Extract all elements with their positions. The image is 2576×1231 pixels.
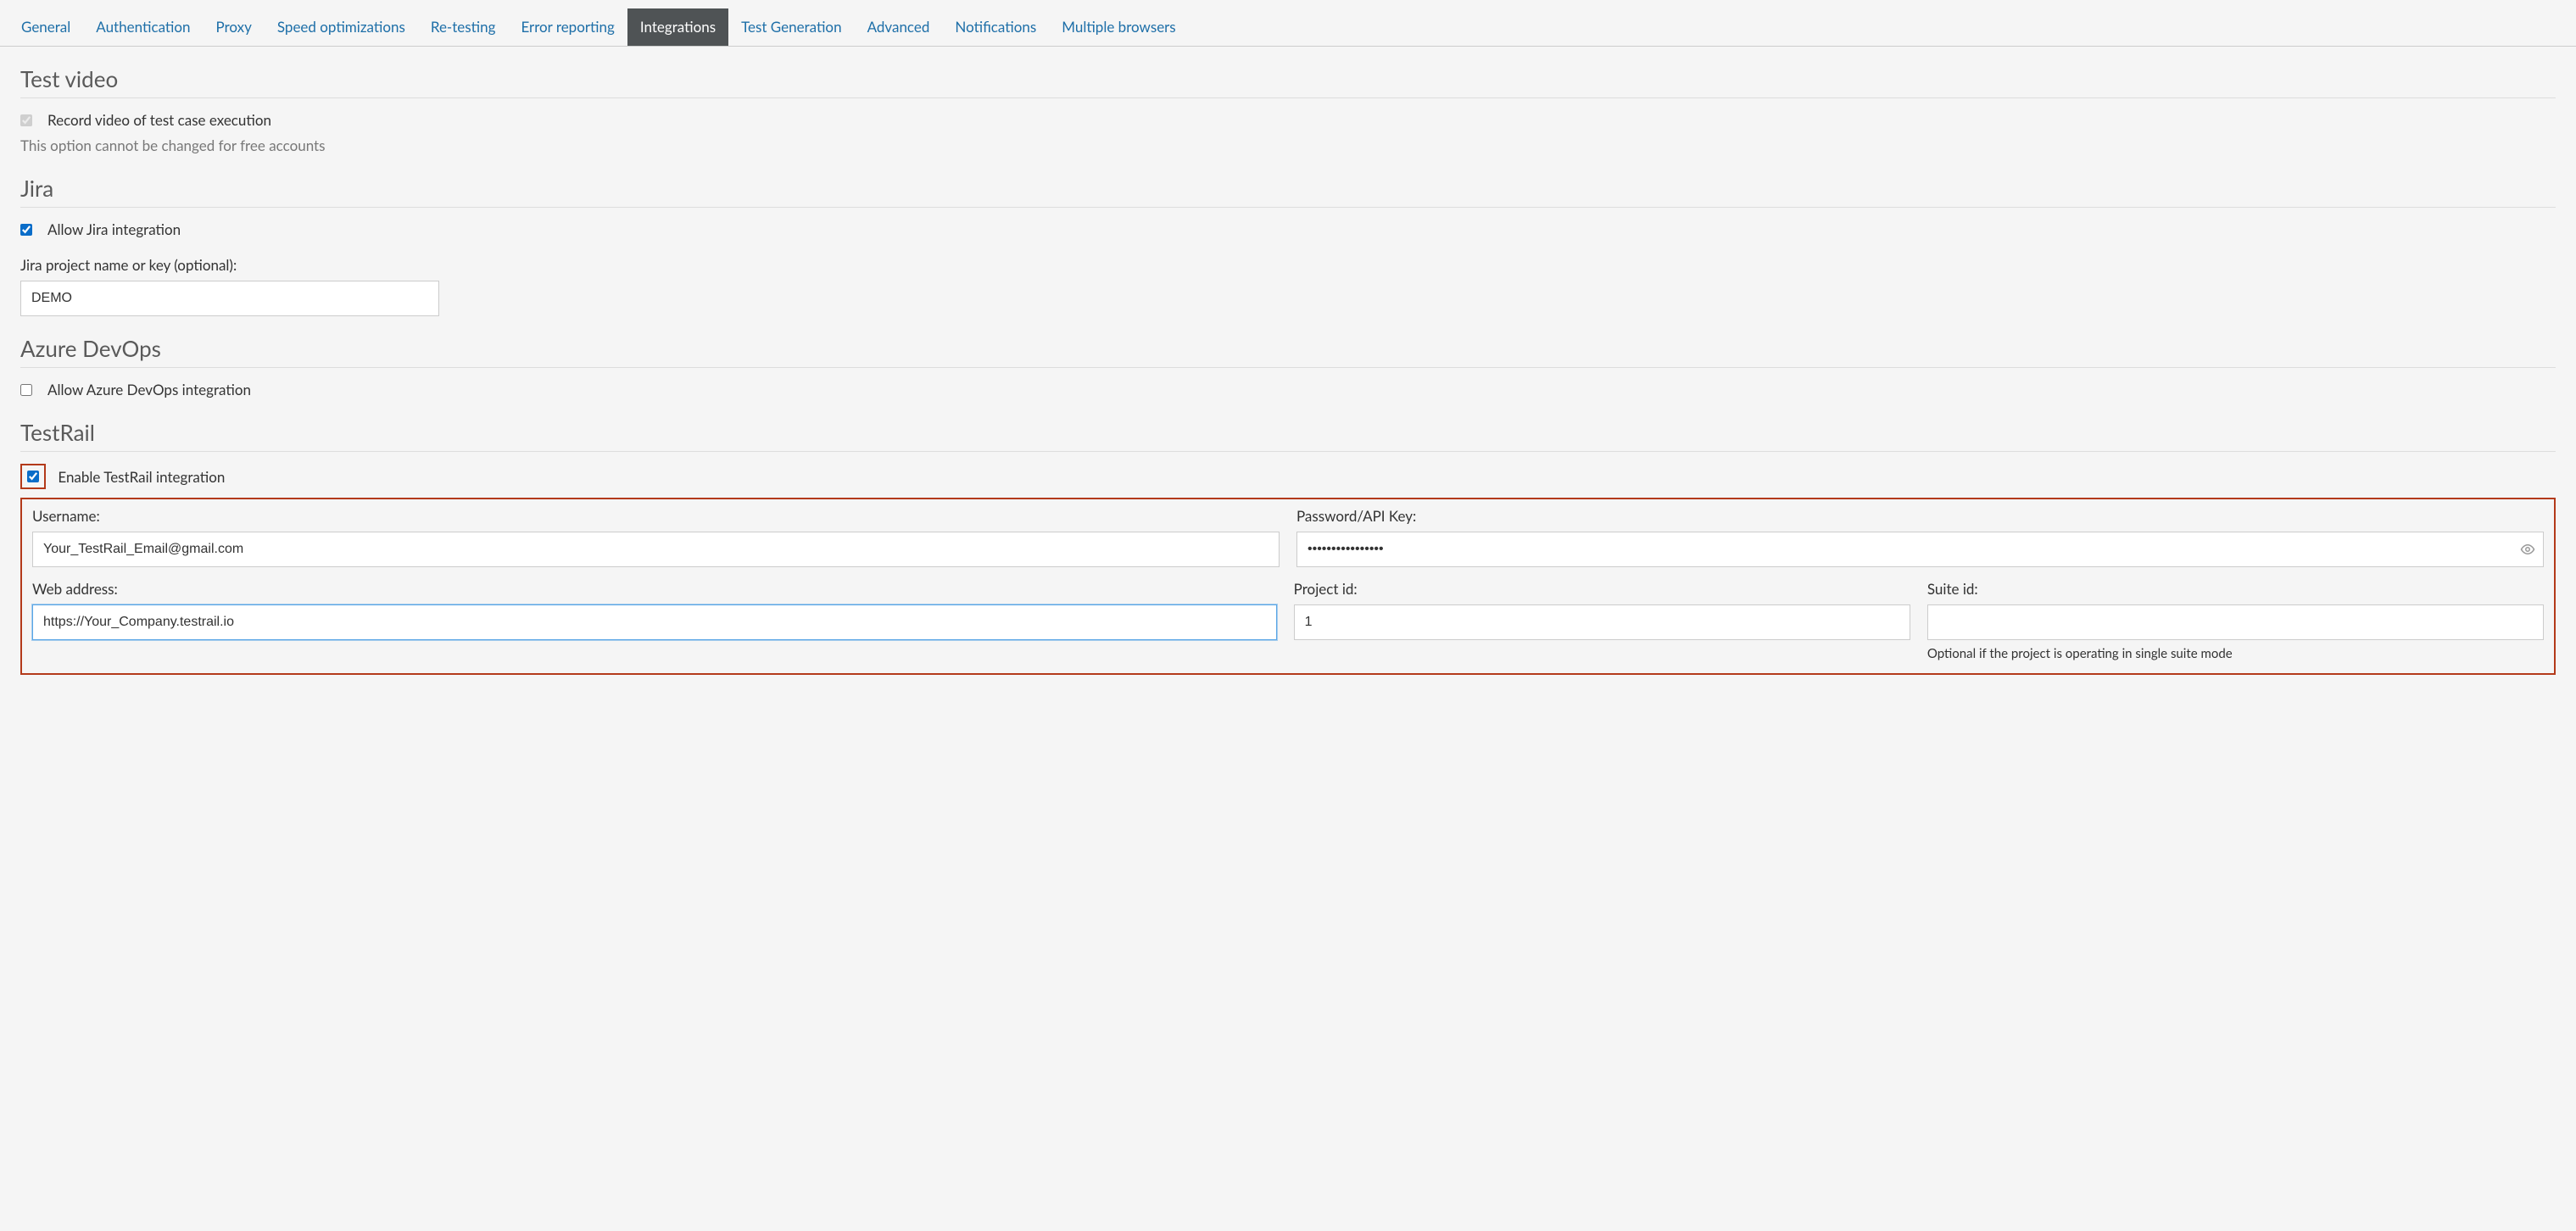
help-testrail-suiteid: Optional if the project is operating in … xyxy=(1927,645,2544,663)
tab-advanced[interactable]: Advanced xyxy=(855,8,943,46)
input-testrail-password[interactable] xyxy=(1296,532,2544,567)
tab-multiple-browsers[interactable]: Multiple browsers xyxy=(1049,8,1188,46)
checkbox-allow-jira[interactable] xyxy=(20,224,32,236)
input-testrail-webaddress[interactable] xyxy=(32,604,1277,640)
tab-notifications[interactable]: Notifications xyxy=(942,8,1049,46)
label-record-video: Record video of test case execution xyxy=(47,110,271,131)
input-testrail-suiteid[interactable] xyxy=(1927,604,2544,640)
section-title-azure: Azure DevOps xyxy=(20,333,2556,368)
tab-authentication[interactable]: Authentication xyxy=(83,8,203,46)
tab-proxy[interactable]: Proxy xyxy=(204,8,265,46)
label-testrail-suiteid: Suite id: xyxy=(1927,579,2544,599)
highlight-enable-testrail xyxy=(20,464,46,489)
tab-speed-optimizations[interactable]: Speed optimizations xyxy=(265,8,418,46)
label-testrail-webaddress: Web address: xyxy=(32,579,1277,599)
label-testrail-password: Password/API Key: xyxy=(1296,506,2544,526)
highlight-testrail-fields: Username: Password/API Key: xyxy=(20,498,2556,675)
section-title-test-video: Test video xyxy=(20,64,2556,98)
label-enable-testrail: Enable TestRail integration xyxy=(58,468,225,486)
tabs-bar: GeneralAuthenticationProxySpeed optimiza… xyxy=(0,8,2576,47)
password-visibility-icon[interactable] xyxy=(2520,542,2535,557)
checkbox-allow-azure[interactable] xyxy=(20,384,32,396)
tab-test-generation[interactable]: Test Generation xyxy=(728,8,855,46)
input-jira-project[interactable] xyxy=(20,281,439,316)
section-title-testrail: TestRail xyxy=(20,417,2556,452)
label-testrail-username: Username: xyxy=(32,506,1280,526)
input-testrail-username[interactable] xyxy=(32,532,1280,567)
checkbox-record-video xyxy=(20,114,32,126)
tab-general[interactable]: General xyxy=(8,8,83,46)
tab-re-testing[interactable]: Re-testing xyxy=(418,8,509,46)
label-testrail-projectid: Project id: xyxy=(1294,579,1910,599)
tab-error-reporting[interactable]: Error reporting xyxy=(508,8,627,46)
label-allow-jira: Allow Jira integration xyxy=(47,220,181,240)
tab-integrations[interactable]: Integrations xyxy=(627,8,728,46)
label-jira-project: Jira project name or key (optional): xyxy=(20,255,2556,276)
note-record-video: This option cannot be changed for free a… xyxy=(20,136,2556,156)
input-testrail-projectid[interactable] xyxy=(1294,604,1910,640)
label-allow-azure: Allow Azure DevOps integration xyxy=(47,380,251,400)
checkbox-enable-testrail[interactable] xyxy=(27,471,39,482)
section-title-jira: Jira xyxy=(20,173,2556,208)
